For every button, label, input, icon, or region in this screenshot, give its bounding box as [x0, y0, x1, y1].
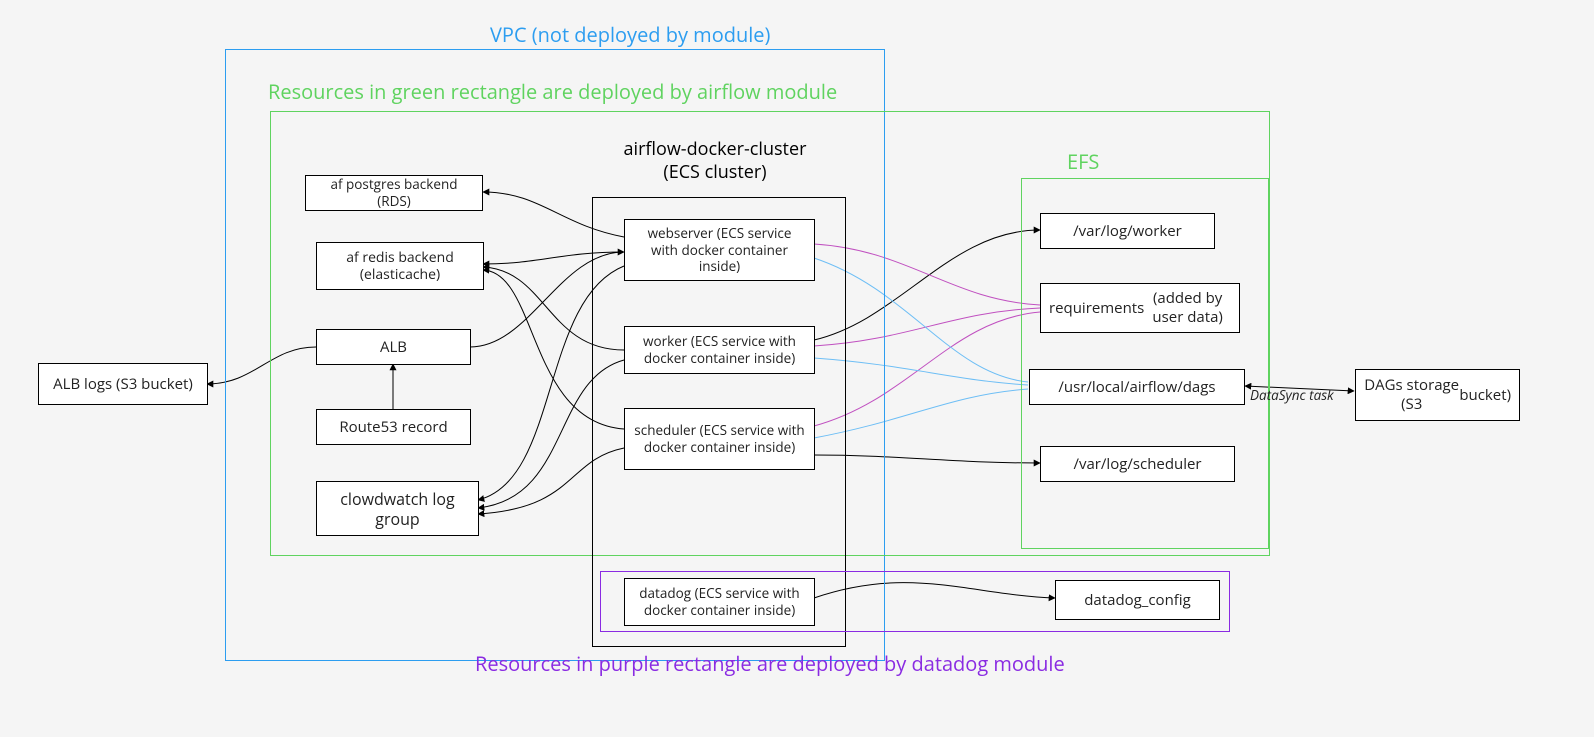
node-alb: ALB [316, 329, 471, 365]
node-efs-scheduler-log-text: /var/log/scheduler [1073, 455, 1201, 474]
node-dags-s3: DAGs storage (S3 bucket) [1355, 369, 1520, 421]
node-route53: Route53 record [316, 409, 471, 445]
node-alb-text: ALB [380, 338, 407, 357]
vpc-title: VPC (not deployed by module) [490, 21, 770, 48]
node-efs-dags-text: /usr/local/airflow/dags [1058, 378, 1215, 397]
purple-title: Resources in purple rectangle are deploy… [475, 650, 1065, 677]
node-cloudwatch-text: clowdwatch log group [325, 489, 470, 529]
ecs-cluster-title: airflow-docker-cluster (ECS cluster) [590, 138, 840, 185]
node-datadog-text: datadog (ECS service with docker contain… [633, 585, 806, 619]
node-scheduler-text: scheduler (ECS service with docker conta… [633, 422, 806, 456]
node-rds: af postgres backend (RDS) [305, 175, 483, 211]
node-cloudwatch: clowdwatch log group [316, 481, 479, 536]
node-alb-logs-text: ALB logs (S3 bucket) [53, 375, 193, 394]
ecs-cluster-title-line2: (ECS cluster) [663, 160, 766, 184]
node-alb-logs: ALB logs (S3 bucket) [38, 363, 208, 405]
node-efs-worker-log: /var/log/worker [1040, 213, 1215, 249]
node-efs-requirements: requirements (added by user data) [1040, 283, 1240, 333]
node-route53-text: Route53 record [339, 418, 447, 437]
node-worker: worker (ECS service with docker containe… [624, 326, 815, 374]
node-efs-dags: /usr/local/airflow/dags [1029, 369, 1245, 405]
node-webserver: webserver (ECS service with docker conta… [624, 219, 815, 281]
ecs-cluster-title-line1: airflow-docker-cluster [624, 137, 807, 161]
node-datadog-config: datadog_config [1055, 580, 1220, 620]
node-efs-requirements-l1: requirements [1049, 299, 1144, 318]
node-redis-text: af redis backend (elasticache) [325, 249, 475, 284]
node-datadog: datadog (ECS service with docker contain… [624, 578, 815, 626]
node-efs-worker-log-text: /var/log/worker [1073, 222, 1182, 241]
node-scheduler: scheduler (ECS service with docker conta… [624, 408, 815, 470]
edge-datasync-label: DataSync task [1250, 386, 1334, 404]
node-worker-text: worker (ECS service with docker containe… [633, 333, 806, 367]
node-dags-s3-l1: DAGs storage (S3 [1364, 376, 1459, 414]
node-datadog-config-text: datadog_config [1084, 591, 1191, 610]
node-dags-s3-l2: bucket) [1459, 386, 1511, 405]
green-title: Resources in green rectangle are deploye… [268, 78, 837, 105]
efs-title: EFS [1067, 148, 1099, 175]
node-redis: af redis backend (elasticache) [316, 242, 484, 290]
node-efs-scheduler-log: /var/log/scheduler [1040, 446, 1235, 482]
node-efs-requirements-l2: (added by user data) [1144, 289, 1231, 327]
node-webserver-text: webserver (ECS service with docker conta… [633, 225, 806, 276]
node-rds-text: af postgres backend (RDS) [314, 176, 474, 210]
